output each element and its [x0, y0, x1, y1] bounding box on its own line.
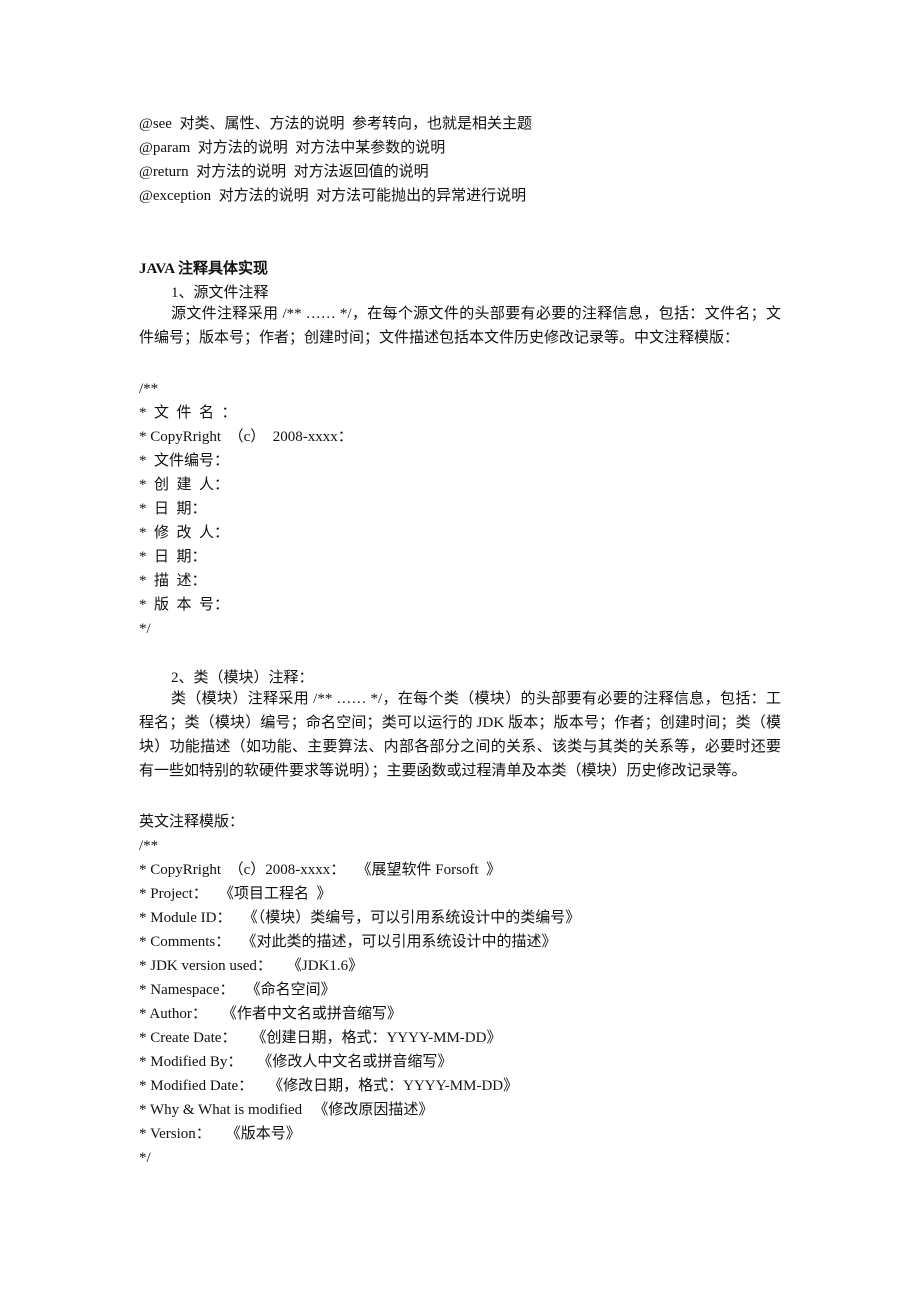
- template-line: */: [139, 1150, 151, 1166]
- template-line: * Create Date： 《创建日期，格式：YYYY-MM-DD》: [139, 1030, 502, 1046]
- template-line: * Version： 《版本号》: [139, 1126, 301, 1142]
- template-line: /**: [139, 838, 159, 854]
- section-title: JAVA 注释具体实现: [139, 261, 269, 277]
- template-line: * 版 本 号：: [139, 597, 230, 613]
- tag-param-line: @param 对方法的说明 对方法中某参数的说明: [139, 140, 446, 156]
- tag-exception-line: @exception 对方法的说明 对方法可能抛出的异常进行说明: [139, 188, 527, 204]
- template-line: * 日 期：: [139, 501, 207, 517]
- template-line: * 日 期：: [139, 549, 207, 565]
- class-module-heading: 2、类（模块）注释：: [171, 670, 314, 686]
- source-file-paragraph: 源文件注释采用 /** …… */，在每个源文件的头部要有必要的注释信息，包括：…: [139, 306, 781, 346]
- source-file-heading: 1、源文件注释: [171, 285, 269, 301]
- class-template-label: 英文注释模版：: [139, 814, 245, 830]
- template-line: */: [139, 621, 151, 637]
- template-line: * 修 改 人：: [139, 525, 230, 541]
- template-line: * Why & What is modified 《修改原因描述》: [139, 1102, 434, 1118]
- template-line: * Module ID： 《（模块）类编号，可以引用系统设计中的类编号》: [139, 910, 581, 926]
- template-line: * Modified Date： 《修改日期，格式：YYYY-MM-DD》: [139, 1078, 519, 1094]
- template-line: * Namespace： 《命名空间》: [139, 982, 336, 998]
- template-line: * Author： 《作者中文名或拼音缩写》: [139, 1006, 402, 1022]
- template-line: * Comments： 《对此类的描述，可以引用系统设计中的描述》: [139, 934, 557, 950]
- template-line: * JDK version used： 《JDK1.6》: [139, 958, 364, 974]
- template-line: * 文 件 名 ：: [139, 405, 237, 421]
- template-line: * 描 述：: [139, 573, 207, 589]
- template-line: * Modified By： 《修改人中文名或拼音缩写》: [139, 1054, 453, 1070]
- tag-see-line: @see 对类、属性、方法的说明 参考转向，也就是相关主题: [139, 116, 532, 132]
- template-line: * 文件编号：: [139, 453, 230, 469]
- class-module-paragraph: 类（模块）注释采用 /** …… */，在每个类（模块）的头部要有必要的注释信息…: [139, 691, 781, 779]
- template-line: * 创 建 人：: [139, 477, 230, 493]
- template-line: * CopyRright （c） 2008-xxxx：: [139, 429, 353, 445]
- template-line: * CopyRright （c）2008-xxxx： 《展望软件 Forsoft…: [139, 862, 502, 878]
- template-line: * Project： 《项目工程名 》: [139, 886, 332, 902]
- template-line: /**: [139, 381, 159, 397]
- tag-return-line: @return 对方法的说明 对方法返回值的说明: [139, 164, 429, 180]
